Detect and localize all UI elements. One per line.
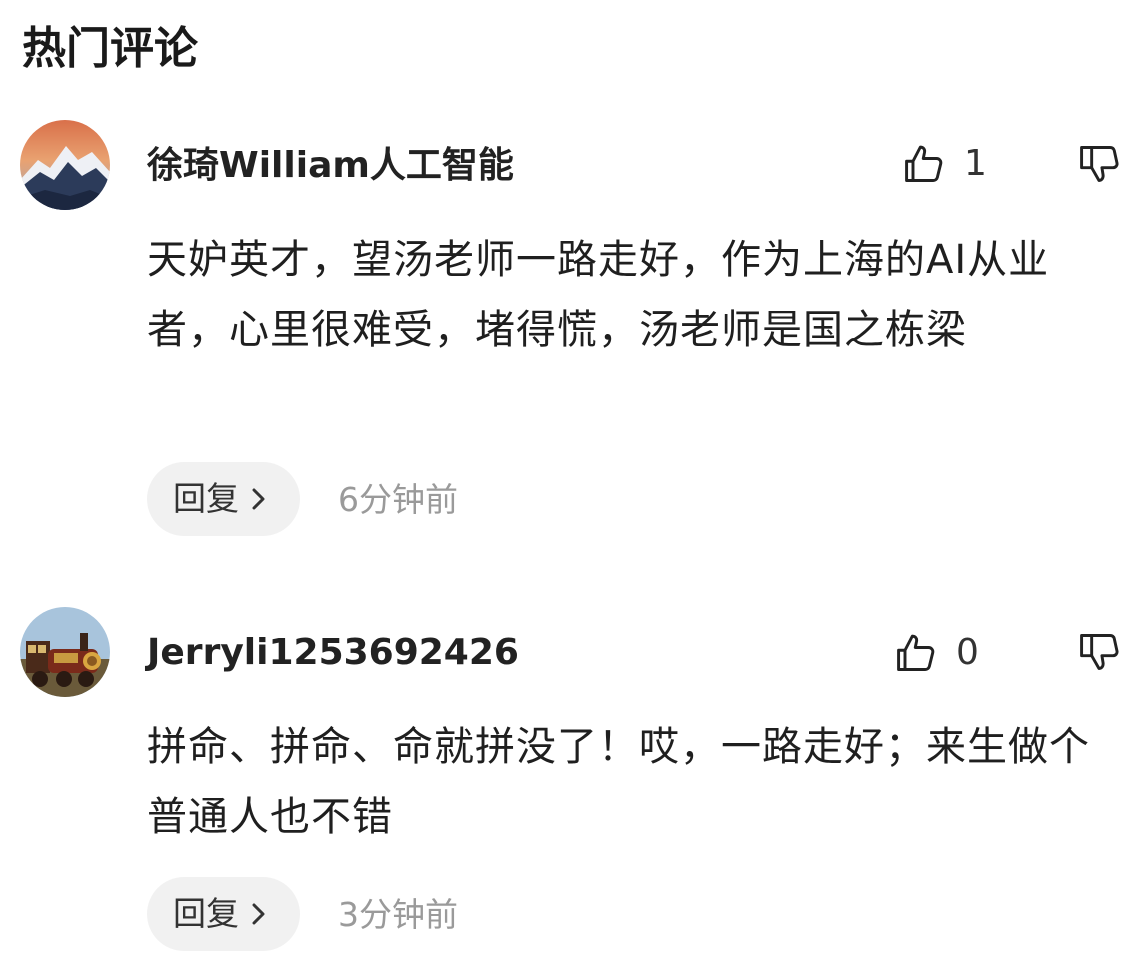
thumbs-down-icon	[1080, 146, 1119, 182]
hot-comments-page: 热门评论 徐琦William人工智能 1 天妒英才，望汤老师一路走好，作为上海的…	[0, 0, 1139, 979]
like-button[interactable]: 0	[894, 629, 979, 677]
comment-text: 天妒英才，望汤老师一路走好，作为上海的AI从业者，心里很难受，堵得慌，汤老师是国…	[147, 237, 1050, 353]
snowy-mountain-avatar-image	[20, 120, 110, 210]
avatar[interactable]	[20, 607, 110, 697]
thumbs-up-icon	[897, 634, 935, 671]
thumbs-down-icon	[1080, 634, 1119, 670]
dislike-button[interactable]	[1077, 142, 1125, 190]
like-count: 0	[956, 632, 979, 673]
dislike-button[interactable]	[1077, 630, 1125, 678]
chevron-right-icon	[252, 903, 265, 925]
like-button[interactable]: 1	[902, 140, 987, 188]
comment-text: 拼命、拼命、命就拼没了！哎，一路走好；来生做个普通人也不错	[147, 724, 1090, 840]
username[interactable]: 徐琦William人工智能	[147, 142, 514, 190]
comment-time: 6分钟前	[338, 480, 458, 519]
avatar[interactable]	[20, 120, 110, 210]
chevron-right-icon	[252, 488, 265, 510]
reply-label: 回复	[173, 479, 239, 518]
section-title: 热门评论	[22, 23, 198, 74]
reply-button[interactable]: 回复	[147, 462, 300, 536]
steam-train-avatar-image	[20, 607, 110, 697]
reply-label: 回复	[173, 894, 239, 933]
reply-button[interactable]: 回复	[147, 877, 300, 951]
username[interactable]: Jerryli1253692426	[147, 629, 519, 677]
thumbs-up-icon	[905, 145, 943, 182]
comment-time: 3分钟前	[338, 895, 458, 934]
like-count: 1	[964, 143, 987, 184]
